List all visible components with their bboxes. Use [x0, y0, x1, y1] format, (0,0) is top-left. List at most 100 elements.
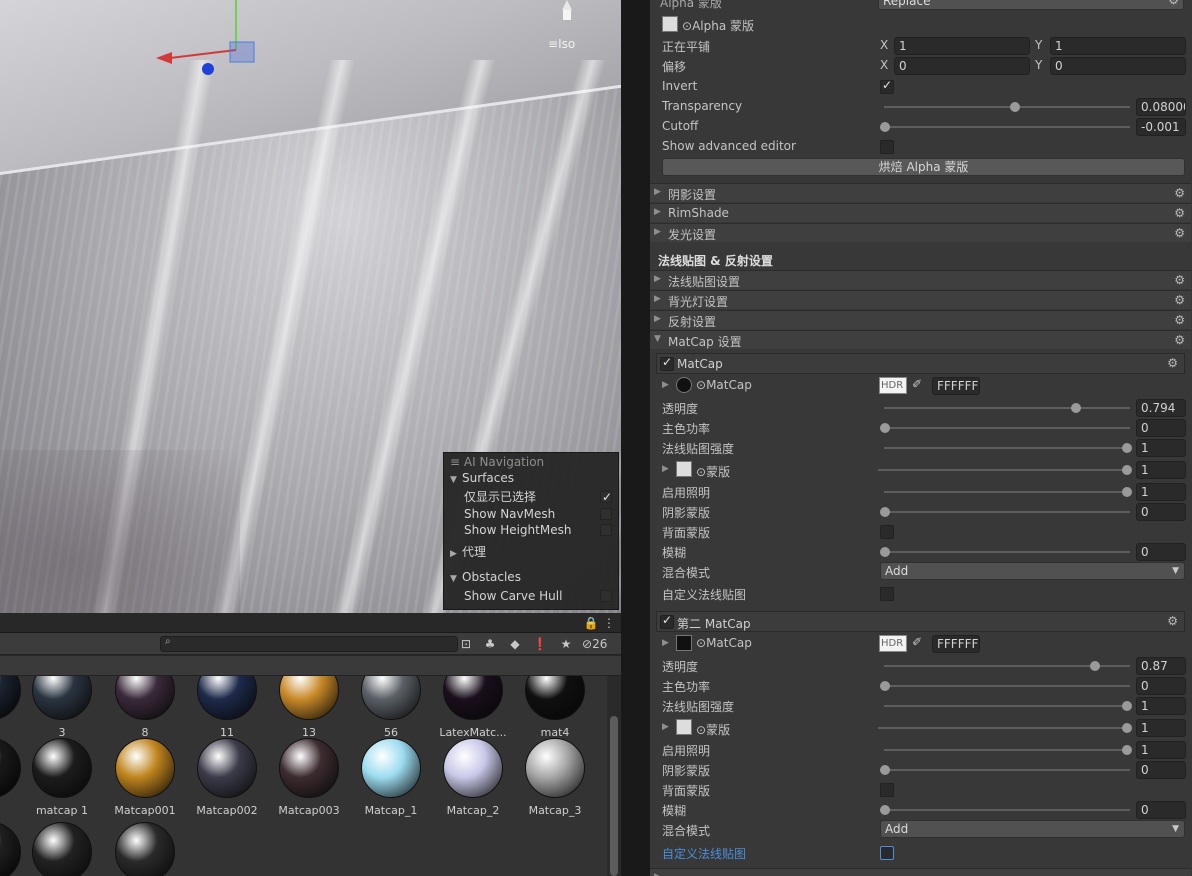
drag-handle-icon[interactable]: ≡: [450, 455, 464, 469]
offset-y-field[interactable]: 0: [1050, 57, 1186, 75]
gear-icon[interactable]: ⚙: [1174, 273, 1185, 287]
search-input[interactable]: ⌕: [160, 636, 458, 652]
matcap2-hdr-color[interactable]: HDR: [879, 635, 907, 652]
ai-navigation-overlay[interactable]: ≡ AI Navigation ▼ Surfaces 仅显示已选择 ✓ Show N…: [443, 452, 619, 610]
nav-show-carve-hull-row[interactable]: Show Carve Hull: [464, 588, 621, 604]
matcap1-enable-checkbox[interactable]: [660, 355, 674, 371]
foldout-rimshade[interactable]: ▶ RimShade ⚙: [650, 203, 1191, 222]
nav-show-navmesh-row[interactable]: Show NavMesh: [464, 506, 621, 522]
triangle-right-icon[interactable]: ▶: [662, 722, 669, 732]
matcap1-lighting-field[interactable]: 1: [1136, 483, 1186, 501]
panel-divider[interactable]: [621, 0, 650, 876]
matcap2-shadow-mask-knob[interactable]: [880, 765, 890, 775]
asset-tile[interactable]: 11: [187, 676, 267, 739]
matcap2-shadow-mask-track[interactable]: [884, 769, 1130, 771]
matcap1-mask-thumbnail[interactable]: [676, 461, 692, 477]
tiling-x-field[interactable]: 1: [894, 37, 1030, 55]
matcap1-normal-strength-field[interactable]: 1: [1136, 439, 1186, 457]
invert-checkbox[interactable]: [880, 78, 894, 94]
asset-tile[interactable]: 8: [105, 676, 185, 739]
foldout-cutoff-next-section[interactable]: ▶: [650, 868, 1191, 876]
eyedropper-icon[interactable]: ✐: [912, 377, 922, 391]
asset-tile[interactable]: Matcap002: [187, 738, 267, 817]
nav-show-selected-checkbox[interactable]: ✓: [600, 490, 612, 504]
eyedropper-icon[interactable]: ✐: [912, 635, 922, 649]
foldout-backlight-settings[interactable]: ▶ 背光灯设置 ⚙: [650, 290, 1191, 309]
matcap1-mask-knob[interactable]: [1122, 465, 1132, 475]
nav-show-heightmesh-row[interactable]: Show HeightMesh: [464, 522, 621, 538]
matcap2-mask-track[interactable]: [878, 727, 1130, 729]
asset-tile[interactable]: 13: [269, 676, 349, 739]
matcap1-header[interactable]: MatCap ⚙: [656, 353, 1185, 374]
matcap2-enable-checkbox[interactable]: [660, 613, 674, 629]
matcap2-main-color-power-track[interactable]: [884, 685, 1130, 687]
triangle-right-icon[interactable]: ▶: [662, 380, 669, 390]
alpha-mask-mode-dropdown[interactable]: Replace ⚙: [878, 0, 1184, 10]
asset-tile[interactable]: 3: [22, 676, 102, 739]
matcap2-opacity-knob[interactable]: [1090, 661, 1100, 671]
scrollbar-thumb[interactable]: [610, 716, 618, 876]
matcap1-blend-dropdown[interactable]: Add ▼: [880, 562, 1185, 580]
matcap2-mask-thumbnail[interactable]: [676, 719, 692, 735]
nav-show-heightmesh-checkbox[interactable]: [600, 524, 612, 536]
gear-icon[interactable]: ⚙: [1174, 293, 1185, 307]
offset-x-field[interactable]: 0: [894, 57, 1030, 75]
matcap2-custom-normal-checkbox[interactable]: [880, 846, 894, 860]
foldout-emission-settings[interactable]: ▶ 发光设置 ⚙: [650, 223, 1191, 242]
matcap1-normal-strength-knob[interactable]: [1122, 443, 1132, 453]
gear-icon[interactable]: ⚙: [1174, 333, 1185, 347]
matcap1-hdr-color[interactable]: HDR: [879, 377, 907, 394]
matcap1-opacity-field[interactable]: 0.794: [1136, 399, 1186, 417]
matcap1-main-color-power-knob[interactable]: [880, 423, 890, 433]
warning-icon[interactable]: ❗: [532, 636, 548, 652]
foldout-normal-map-settings[interactable]: ▶ 法线贴图设置 ⚙: [650, 270, 1191, 289]
matcap2-normal-strength-knob[interactable]: [1122, 701, 1132, 711]
foldout-matcap-settings[interactable]: ▼ MatCap 设置 ⚙: [650, 330, 1191, 349]
matcap2-blur-knob[interactable]: [880, 805, 890, 815]
matcap2-lighting-track[interactable]: [884, 749, 1130, 751]
nav-obstacles-foldout[interactable]: ▼ Obstacles: [450, 569, 621, 585]
asset-tile[interactable]: mat4: [515, 676, 595, 739]
nav-show-carve-hull-checkbox[interactable]: [600, 590, 612, 602]
matcap1-blur-knob[interactable]: [880, 547, 890, 557]
gear-icon[interactable]: ⚙: [1174, 186, 1185, 200]
kebab-menu-icon[interactable]: ⋮: [601, 615, 617, 631]
asset-tile[interactable]: Matcap_3: [515, 738, 595, 817]
scene-view[interactable]: ≡Iso ≡ AI Navigation ▼ Surfaces 仅显示已选择 ✓ S…: [0, 0, 621, 613]
asset-grid-scrollbar[interactable]: [607, 676, 621, 876]
asset-tile[interactable]: matcap 1: [22, 738, 102, 817]
matcap2-blend-dropdown[interactable]: Add ▼: [880, 820, 1185, 838]
matcap1-blur-track[interactable]: [884, 551, 1130, 553]
transform-gizmo[interactable]: [150, 0, 270, 80]
asset-tile[interactable]: [22, 822, 102, 876]
matcap1-mask-field[interactable]: 1: [1136, 461, 1186, 479]
type-filter-icon[interactable]: ♣: [482, 636, 498, 652]
matcap1-main-color-power-track[interactable]: [884, 427, 1130, 429]
matcap2-normal-strength-track[interactable]: [884, 705, 1130, 707]
matcap1-mask-track[interactable]: [878, 469, 1130, 471]
foldout-shadow-settings[interactable]: ▶ 阴影设置 ⚙: [650, 183, 1191, 202]
nav-show-selected-row[interactable]: 仅显示已选择 ✓: [464, 489, 621, 505]
matcap1-backface-checkbox[interactable]: [880, 525, 894, 539]
matcap2-hex-field[interactable]: FFFFFF: [932, 635, 980, 653]
orientation-gizmo[interactable]: [560, 0, 574, 22]
transparency-slider-knob[interactable]: [1010, 102, 1020, 112]
matcap1-blur-field[interactable]: 0: [1136, 543, 1186, 561]
asset-tile[interactable]: Matcap001: [105, 738, 185, 817]
matcap2-texture-thumbnail[interactable]: [676, 635, 692, 651]
triangle-right-icon[interactable]: ▶: [662, 464, 669, 474]
matcap1-normal-strength-track[interactable]: [884, 447, 1130, 449]
matcap1-hex-field[interactable]: FFFFFF: [932, 377, 980, 395]
transparency-field[interactable]: 0.08000: [1136, 98, 1186, 116]
matcap2-opacity-field[interactable]: 0.87: [1136, 657, 1186, 675]
matcap2-header[interactable]: 第二 MatCap ⚙: [656, 611, 1185, 632]
foldout-reflection-settings[interactable]: ▶ 反射设置 ⚙: [650, 310, 1191, 329]
matcap1-shadow-mask-track[interactable]: [884, 511, 1130, 513]
gear-icon[interactable]: ⚙: [1167, 614, 1178, 628]
matcap2-blur-track[interactable]: [884, 809, 1130, 811]
matcap1-opacity-track[interactable]: [884, 407, 1130, 409]
favorite-star-icon[interactable]: ★: [558, 636, 574, 652]
triangle-right-icon[interactable]: ▶: [662, 638, 669, 648]
iso-label[interactable]: ≡Iso: [548, 37, 575, 51]
gear-icon[interactable]: ⚙: [1168, 0, 1179, 8]
